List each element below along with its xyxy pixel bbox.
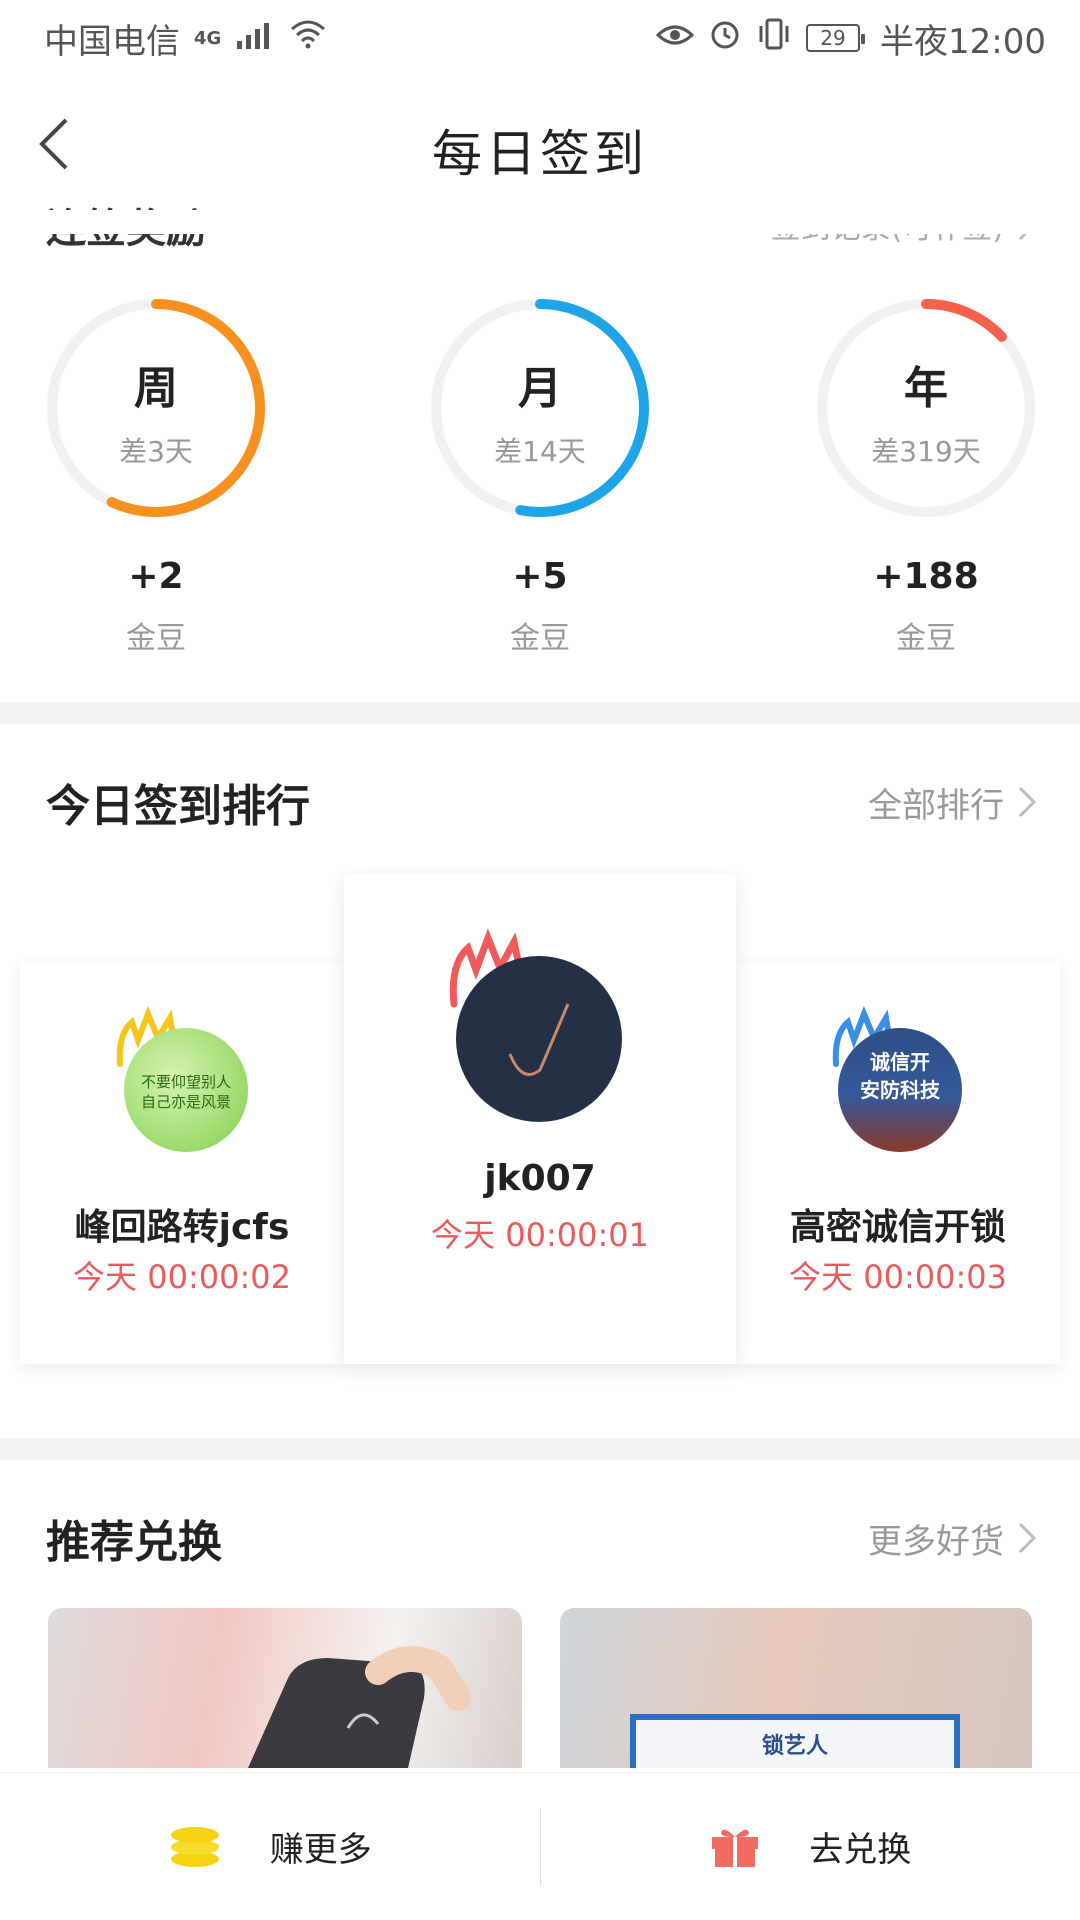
avatar: 诚信开 安防科技 <box>838 1028 962 1152</box>
product-card-2[interactable]: 锁艺人 <box>560 1608 1032 1768</box>
avatar-text: 不要仰望别人 <box>140 1073 231 1091</box>
streak-ring-month: 月 差14天 <box>428 296 652 520</box>
bottom-bar: 赚更多 去兑换 <box>0 1772 1080 1920</box>
rank-name: jk007 <box>484 1158 596 1199</box>
ranking-header: 今日签到排行 全部排行 <box>46 770 1040 834</box>
reward-amount: +2 <box>128 556 184 597</box>
reward-amount: +188 <box>873 556 979 597</box>
exchange-button[interactable]: 去兑换 <box>541 1773 1080 1920</box>
earn-more-label: 赚更多 <box>269 1830 372 1870</box>
avatar-text: 自己亦是风景 <box>140 1093 231 1111</box>
nav-overlap-mask <box>0 210 1080 234</box>
streak-ring-week: 周 差3天 <box>44 296 268 520</box>
eye-icon <box>655 18 695 58</box>
reward-unit: 金豆 <box>510 621 570 656</box>
avatar-text: 安防科技 <box>860 1078 940 1102</box>
product-card-1[interactable] <box>48 1608 522 1768</box>
all-ranking-link[interactable]: 全部排行 <box>868 778 1040 827</box>
reward-week: +2 金豆 <box>44 556 268 657</box>
ranking-title: 今日签到排行 <box>46 781 310 832</box>
chevron-right-icon <box>1018 1522 1037 1554</box>
status-bar: 中国电信 4G 29 半夜12:00 <box>0 0 1080 76</box>
all-ranking-label: 全部排行 <box>868 785 1004 826</box>
ring-remaining: 差14天 <box>494 435 586 468</box>
recommend-title: 推荐兑换 <box>46 1517 222 1568</box>
reward-unit: 金豆 <box>126 621 186 656</box>
rank-time: 今天 00:00:01 <box>431 1216 649 1254</box>
rank-card-3[interactable]: 诚信开 安防科技 高密诚信开锁 今天 00:00:03 <box>736 962 1060 1364</box>
rank-name: 峰回路转jcfs <box>74 1207 290 1248</box>
ring-remaining: 差3天 <box>119 435 193 468</box>
product-image <box>248 1645 471 1768</box>
earn-more-button[interactable]: 赚更多 <box>0 1773 540 1920</box>
ring-label: 周 <box>134 363 178 414</box>
recommend-header: 推荐兑换 更多好货 <box>46 1506 1040 1570</box>
product-brand: 锁艺人 <box>761 1734 828 1759</box>
section-divider <box>0 702 1080 724</box>
vibrate-icon <box>756 18 792 59</box>
page-title: 每日签到 <box>432 125 648 183</box>
section-divider <box>0 1438 1080 1460</box>
nav-bar: 每日签到 <box>0 76 1080 210</box>
clock-label: 半夜12:00 <box>880 21 1046 62</box>
rank-time: 今天 00:00:03 <box>789 1258 1007 1296</box>
avatar <box>456 956 622 1122</box>
exchange-label: 去兑换 <box>809 1830 912 1870</box>
reward-year: +188 金豆 <box>814 556 1038 657</box>
product-image: 锁艺人 <box>630 1714 960 1768</box>
battery-icon: 29 <box>806 24 866 52</box>
more-goods-label: 更多好货 <box>868 1521 1004 1562</box>
avatar: 不要仰望别人 自己亦是风景 <box>124 1028 248 1152</box>
wifi-icon <box>289 18 327 58</box>
network-label: 4G <box>194 27 222 49</box>
alarm-icon <box>708 17 742 60</box>
reward-unit: 金豆 <box>896 621 956 656</box>
coins-icon <box>170 1826 219 1867</box>
rank-card-2[interactable]: 不要仰望别人 自己亦是风景 峰回路转jcfs 今天 00:00:02 <box>20 962 344 1364</box>
gift-icon <box>712 1829 759 1867</box>
rank-name: 高密诚信开锁 <box>789 1207 1006 1248</box>
streak-ring-year: 年 差319天 <box>814 296 1038 520</box>
rank-card-1[interactable]: jk007 今天 00:00:01 <box>344 874 736 1364</box>
ring-remaining: 差319天 <box>871 435 981 468</box>
more-goods-link[interactable]: 更多好货 <box>868 1514 1040 1563</box>
signal-icon <box>235 18 275 58</box>
ring-label: 月 <box>518 363 562 414</box>
carrier-label: 中国电信 <box>44 21 180 62</box>
reward-amount: +5 <box>512 556 568 597</box>
avatar-text: 诚信开 <box>870 1050 930 1074</box>
reward-month: +5 金豆 <box>428 556 652 657</box>
chevron-right-icon <box>1018 786 1037 818</box>
ring-label: 年 <box>904 363 948 414</box>
rank-time: 今天 00:00:02 <box>73 1258 291 1296</box>
